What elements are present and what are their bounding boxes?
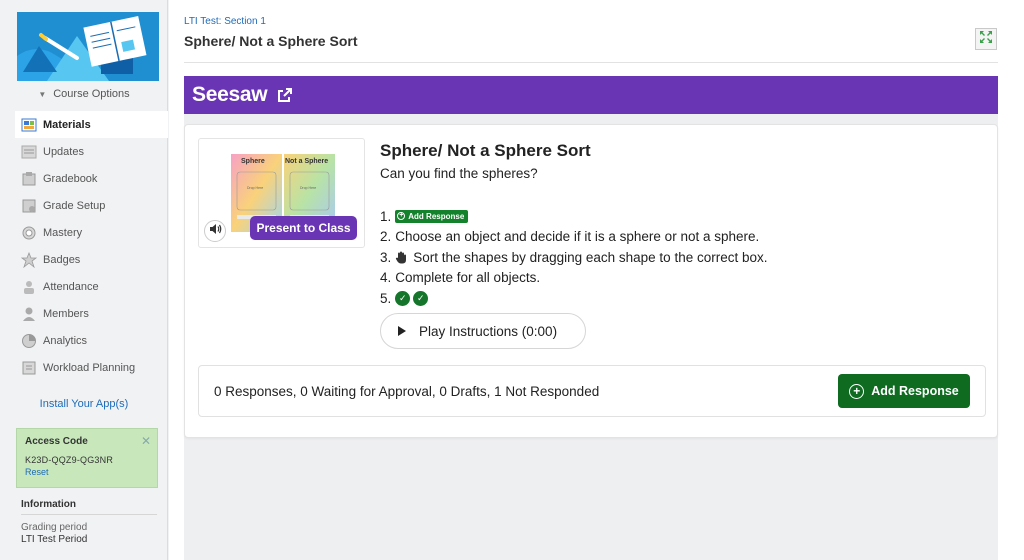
sidebar-item-label: Analytics [43,334,88,347]
badges-icon [20,251,37,268]
thumbnail-drop-label-left: Drop Here [247,186,264,190]
play-instructions-button[interactable]: Play Instructions (0:00) [380,313,586,349]
seesaw-header-bar: Seesaw [184,76,998,114]
step-number: 4. [380,270,392,286]
breadcrumb[interactable]: LTI Test: Section 1 [184,16,266,27]
sidebar-item-grade-setup[interactable]: Grade Setup [16,192,168,219]
add-response-label: Add Response [871,384,959,398]
page-title: Sphere/ Not a Sphere Sort [184,33,358,49]
step-2: 2. Choose an object and decide if it is … [380,227,980,248]
sidebar-item-label: Updates [43,145,84,158]
step-3: 3. Sort the shapes by dragging each shap… [380,247,980,268]
materials-icon [20,116,37,133]
speaker-icon [209,222,222,240]
close-icon[interactable]: ✕ [141,434,151,448]
sidebar-item-label: Mastery [43,226,83,239]
sidebar-item-label: Badges [43,253,81,266]
caret-down-icon: ▼ [38,90,47,99]
step-number: 3. [380,249,392,265]
sidebar-item-gradebook[interactable]: Gradebook [16,165,168,192]
access-code-value: K23D-QQZ9-QG3NR [25,455,114,465]
gradebook-icon [20,170,37,187]
attendance-icon [20,278,37,295]
thumbnail-label-sphere: Sphere [241,158,265,165]
audio-button[interactable] [204,220,226,242]
sidebar-item-label: Workload Planning [43,361,136,374]
course-options-toggle[interactable]: ▼ Course Options [0,86,168,110]
sidebar-item-analytics[interactable]: Analytics [16,327,168,354]
course-options-label: Course Options [53,88,130,100]
access-code-reset-link[interactable]: Reset [25,467,149,477]
install-apps-link[interactable]: Install Your App(s) [0,398,168,410]
thumbnail-drop-label-right: Drop Here [300,186,317,190]
analytics-icon [20,332,37,349]
sidebar-item-label: Materials [43,118,91,131]
activity-title: Sphere/ Not a Sphere Sort [380,141,591,160]
step-1: 1. + Add Response [380,206,980,227]
step-number: 1. [380,208,392,224]
sidebar-item-members[interactable]: Members [16,300,168,327]
sidebar-item-attendance[interactable]: Attendance [16,273,168,300]
information-heading: Information [21,499,76,510]
sidebar-item-mastery[interactable]: Mastery [16,219,168,246]
step-text: Choose an object and decide if it is a s… [395,229,760,245]
activity-subtitle: Can you find the spheres? [380,166,538,181]
play-instructions-label: Play Instructions (0:00) [419,323,558,339]
sidebar-item-label: Grade Setup [43,199,106,212]
inline-add-response-badge: + Add Response [395,209,469,223]
plus-circle-icon: + [849,383,865,399]
add-response-button[interactable]: + Add Response [838,374,970,408]
sidebar-item-workload-planning[interactable]: Workload Planning [16,354,168,381]
seesaw-logo: Seesaw [192,83,268,106]
grade-setup-icon [20,197,37,214]
present-to-class-button[interactable]: Present to Class [250,216,357,240]
access-code-title: Access Code [25,436,88,447]
responses-summary-text: 0 Responses, 0 Waiting for Approval, 0 D… [214,384,600,399]
check-circle-icon: ✓ [395,290,411,306]
activity-thumbnail[interactable]: Sphere Not a Sphere Drop Here Drop Here … [198,138,365,248]
sidebar-item-updates[interactable]: Updates [16,138,168,165]
inline-add-response-label: Add Response [408,211,465,221]
step-text: Complete for all objects. [395,270,541,286]
sidebar-item-label: Gradebook [43,172,98,185]
step-5: 5. ✓ ✓ [380,288,980,309]
plus-circle-icon: + [397,212,406,221]
information-divider [21,514,157,515]
course-banner-image[interactable] [17,12,159,81]
grading-period-value: LTI Test Period [21,534,88,545]
fullscreen-button[interactable] [975,28,997,50]
sidebar-item-badges[interactable]: Badges [16,246,168,273]
grading-period-label: Grading period [21,522,88,533]
instruction-steps: 1. + Add Response 2. Choose an object an… [380,206,980,309]
sidebar-item-label: Attendance [43,280,99,293]
header-divider [184,62,998,63]
play-icon [398,326,406,336]
main-content: LTI Test: Section 1 Sphere/ Not a Sphere… [169,0,1024,560]
step-number: 2. [380,229,392,245]
sidebar-item-materials[interactable]: Materials [15,111,168,138]
page: ▼ Course Options Materials Updates Gradeb… [0,0,1024,560]
activity-card: Sphere Not a Sphere Drop Here Drop Here … [184,124,998,438]
step-number: 5. [380,290,392,306]
workload-icon [20,359,37,376]
updates-icon [20,143,37,160]
sidebar-nav: Materials Updates Gradebook Grade Setup [15,111,168,381]
sidebar-item-label: Members [43,307,89,320]
step-4: 4. Complete for all objects. [380,268,980,289]
step-text: Sort the shapes by dragging each shape t… [413,249,768,265]
members-icon [20,305,37,322]
expand-icon [979,30,993,49]
check-circle-icon: ✓ [413,290,429,306]
thumbnail-label-not-sphere: Not a Sphere [285,158,329,165]
mastery-icon [20,224,37,241]
external-link-icon[interactable] [277,87,293,103]
hand-drag-icon [395,251,407,264]
responses-summary-bar: 0 Responses, 0 Waiting for Approval, 0 D… [198,365,986,417]
sidebar: ▼ Course Options Materials Updates Gradeb… [0,0,168,560]
access-code-box: Access Code ✕ K23D-QQZ9-QG3NR Reset [16,428,158,488]
